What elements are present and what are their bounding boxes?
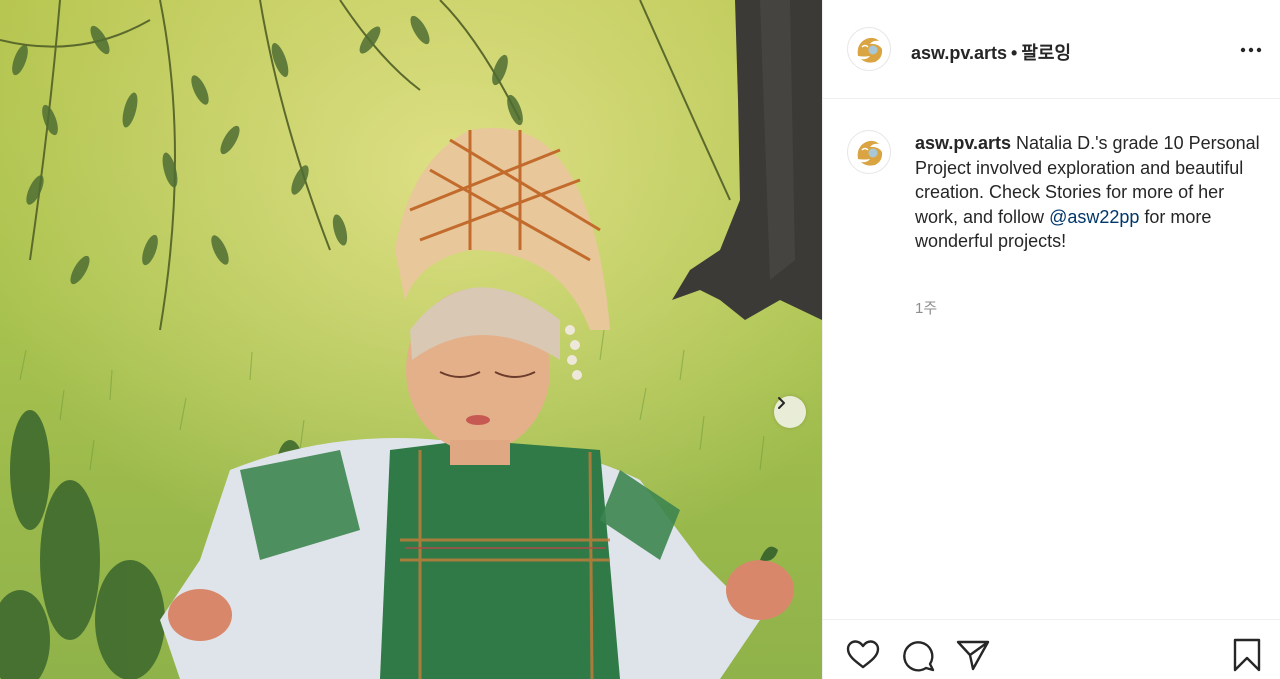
post-timestamp[interactable]: 1주 — [915, 297, 937, 318]
header-line: asw.pv.arts • 팔로잉 — [911, 39, 1071, 65]
bookmark-icon — [1233, 638, 1261, 672]
asw-logo-icon — [857, 140, 883, 166]
more-options-button[interactable] — [1235, 40, 1267, 60]
asw-logo-icon — [857, 37, 883, 63]
more-options-icon — [1240, 47, 1262, 53]
save-button[interactable] — [1229, 637, 1265, 673]
avatar[interactable] — [847, 130, 891, 174]
painting-illustration — [0, 0, 822, 679]
comment-button[interactable] — [900, 637, 936, 673]
caption-username-link[interactable]: asw.pv.arts — [915, 133, 1011, 153]
paper-plane-icon — [956, 640, 990, 671]
separator-dot: • — [1011, 43, 1018, 63]
like-button[interactable] — [845, 637, 881, 673]
next-image-button[interactable] — [774, 396, 806, 428]
heart-icon — [846, 640, 880, 669]
username-link[interactable]: asw.pv.arts — [911, 43, 1007, 63]
action-bar — [823, 619, 1280, 679]
comment-bubble-icon — [903, 641, 935, 672]
caption-text: asw.pv.arts Natalia D.'s grade 10 Person… — [915, 131, 1260, 254]
mention-link[interactable]: @asw22pp — [1049, 207, 1139, 227]
avatar[interactable] — [847, 27, 891, 71]
share-button[interactable] — [955, 637, 991, 673]
post-side-panel: asw.pv.arts • 팔로잉 asw.pv.arts Natalia D.'s… — [822, 0, 1280, 679]
post-header: asw.pv.arts • 팔로잉 — [823, 0, 1280, 99]
following-button[interactable]: 팔로잉 — [1021, 43, 1071, 63]
post-image — [0, 0, 822, 679]
chevron-right-icon — [778, 397, 785, 409]
